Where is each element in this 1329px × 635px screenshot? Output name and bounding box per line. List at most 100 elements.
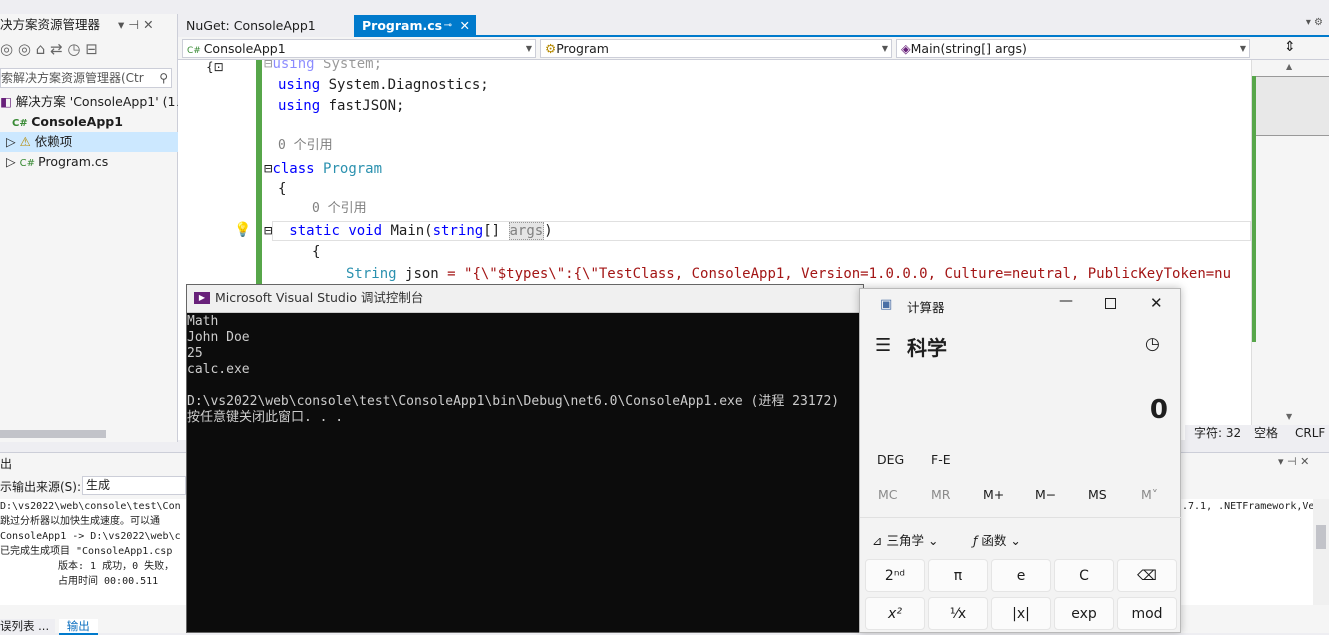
console-title: Microsoft Visual Studio 调试控制台 — [215, 290, 424, 305]
mc-button[interactable]: MC — [878, 487, 898, 502]
square-button[interactable]: x² — [865, 597, 925, 630]
whitespace-mode[interactable]: 空格 — [1254, 425, 1278, 442]
code-line: String json = "{\"$types\":{\"TestClass,… — [346, 266, 1232, 282]
fe-toggle[interactable]: F-E — [931, 452, 951, 467]
calculator-icon: ▣ — [880, 297, 893, 312]
split-icon[interactable]: ⇕ — [1284, 39, 1296, 55]
minimize-icon[interactable]: — — [1059, 293, 1073, 309]
function-dropdown[interactable]: ƒ 函数 ⌄ — [973, 530, 1021, 549]
chevron-down-icon: ▼ — [881, 44, 888, 53]
line-ending[interactable]: CRLF — [1295, 425, 1325, 442]
trig-dropdown[interactable]: ⊿ 三角学 ⌄ — [872, 530, 938, 549]
project-dropdown[interactable]: C# ConsoleApp1 ▼ — [182, 39, 536, 58]
code-line: ⊟class Program — [264, 161, 383, 177]
back-icon[interactable]: ◎ — [0, 40, 13, 58]
debug-console-window[interactable]: ▶ Microsoft Visual Studio 调试控制台 Math Joh… — [186, 284, 864, 633]
output-title: 出 — [0, 457, 13, 471]
chevron-down-icon: ⌄ — [927, 533, 939, 548]
editor-tabs: NuGet: ConsoleApp1 Program.cs ⊸ ✕ ▾ ⚙ — [178, 14, 1329, 37]
expand-icon[interactable]: ▷ — [6, 134, 20, 149]
panel-title: 决方案资源管理器 — [0, 17, 101, 32]
tab-menu-icon[interactable]: ▾ ⚙ — [1306, 17, 1323, 28]
collapse-icon[interactable]: ⊟ — [85, 40, 98, 58]
panel-pin-icon[interactable]: ▾ ⊣ ✕ — [118, 14, 154, 36]
class-dropdown[interactable]: ⚙Program ▼ — [540, 39, 892, 58]
m-minus-button[interactable]: M− — [1035, 487, 1056, 502]
reciprocal-button[interactable]: ¹⁄x — [928, 597, 988, 630]
code-line: using System.Diagnostics; — [278, 77, 489, 93]
e-button[interactable]: e — [991, 559, 1051, 592]
scroll-up-icon[interactable]: ▲ — [1286, 62, 1292, 71]
tree-item-solution[interactable]: ◧ 解决方案 'ConsoleApp1' (1 ⁄ — [0, 92, 182, 112]
expand-icon[interactable]: ▷ — [6, 154, 20, 169]
close-icon[interactable]: ✕ — [460, 15, 470, 37]
mod-button[interactable]: mod — [1117, 597, 1177, 630]
solution-explorer-toolbar: ◎ ◎ ⌂ ⇄ ◷ ⊟ — [0, 38, 178, 60]
chevron-down-icon: ⌄ — [1010, 533, 1021, 548]
reference-count[interactable]: 0 个引用 — [278, 137, 333, 155]
horizontal-scrollbar[interactable] — [0, 430, 106, 438]
calculator-window[interactable]: ▣ 计算器 — ✕ ☰ 科学 ◷ 0 DEG F-E MC MR M+ M− M… — [859, 288, 1182, 633]
solution-explorer: 决方案资源管理器 ▾ ⊣ ✕ ◎ ◎ ⌂ ⇄ ◷ ⊟ 索解决方案资源管理器(Ct… — [0, 14, 182, 442]
triangle-icon: ⊿ — [872, 533, 883, 548]
backspace-button[interactable]: ⌫ — [1117, 559, 1177, 592]
output-source-select[interactable]: 生成 — [82, 476, 186, 495]
scroll-down-icon[interactable]: ▼ — [1286, 412, 1292, 421]
tree-item-project[interactable]: C# ConsoleApp1 — [12, 112, 123, 132]
pin-icon[interactable]: ⊸ — [444, 15, 452, 37]
divider — [860, 517, 1182, 518]
chevron-down-icon: ▼ — [525, 44, 532, 53]
solution-icon: ◧ — [0, 94, 16, 109]
history-icon[interactable]: ◷ — [1145, 334, 1160, 354]
quick-action-icon[interactable]: {⊡ — [206, 60, 224, 76]
sync-icon[interactable]: ⇄ — [50, 40, 63, 58]
minimap-viewport[interactable] — [1254, 76, 1329, 136]
mr-button[interactable]: MR — [931, 487, 950, 502]
forward-icon[interactable]: ◎ — [18, 40, 31, 58]
code-line: { — [278, 181, 287, 197]
second-button[interactable]: 2ⁿᵈ — [865, 559, 925, 592]
tab-nuget[interactable]: NuGet: ConsoleApp1 — [178, 15, 354, 37]
reference-count[interactable]: 0 个引用 — [312, 200, 367, 218]
console-titlebar[interactable]: ▶ Microsoft Visual Studio 调试控制台 — [187, 285, 863, 313]
csharp-icon: C# — [187, 46, 204, 56]
minimap[interactable]: ▲ ▼ — [1251, 60, 1329, 425]
csharp-file-icon: C# — [19, 158, 39, 169]
vs-icon: ▶ — [194, 292, 210, 304]
deg-toggle[interactable]: DEG — [877, 452, 904, 467]
pi-button[interactable]: π — [928, 559, 988, 592]
close-icon[interactable]: ✕ — [1150, 294, 1163, 312]
chevron-down-icon: ▼ — [1239, 44, 1246, 53]
calculator-title: 计算器 — [907, 300, 945, 315]
lightbulb-icon[interactable]: 💡 — [234, 222, 251, 238]
tab-error-list[interactable]: 误列表 ... — [0, 619, 56, 633]
m-plus-button[interactable]: M+ — [983, 487, 1004, 502]
calculator-display: 0 — [1149, 395, 1168, 425]
output-source-label: 示输出来源(S): — [0, 480, 82, 494]
menu-icon[interactable]: ☰ — [875, 335, 891, 356]
vertical-scrollbar[interactable] — [1313, 499, 1329, 605]
output-tabs: 误列表 ... 输出 — [0, 619, 98, 635]
code-line: ⊟using System; — [264, 60, 383, 72]
tab-program[interactable]: Program.cs ⊸ ✕ — [354, 15, 476, 37]
history-icon[interactable]: ◷ — [67, 40, 80, 58]
calculator-mode: 科学 — [907, 336, 947, 360]
memory-list-button[interactable]: M˅ — [1141, 487, 1158, 502]
clear-button[interactable]: C — [1054, 559, 1114, 592]
exp-button[interactable]: exp — [1054, 597, 1114, 630]
tree-item-dependencies[interactable]: ▷ ⚠ 依赖项 — [0, 132, 178, 152]
home-icon[interactable]: ⌂ — [36, 40, 46, 58]
title-strip — [0, 0, 1329, 14]
minimap-change-bar — [1252, 76, 1256, 342]
panel-pin-icon[interactable]: ▾ ⊣ ✕ — [1278, 455, 1309, 468]
code-line: { — [312, 244, 321, 260]
member-dropdown[interactable]: ◈Main(string[] args) ▼ — [896, 39, 1250, 58]
maximize-icon[interactable] — [1105, 298, 1116, 309]
ms-button[interactable]: MS — [1088, 487, 1107, 502]
editor-status: 字符: 32 空格 CRLF — [1185, 425, 1329, 442]
code-line: using fastJSON; — [278, 98, 405, 114]
tree-item-program[interactable]: ▷ C# Program.cs — [0, 152, 108, 172]
abs-button[interactable]: |x| — [991, 597, 1051, 630]
search-input[interactable]: 索解决方案资源管理器(Ctr ⚲ — [0, 68, 172, 88]
code-line: ⊟ static void Main(string[] args) — [264, 222, 553, 240]
